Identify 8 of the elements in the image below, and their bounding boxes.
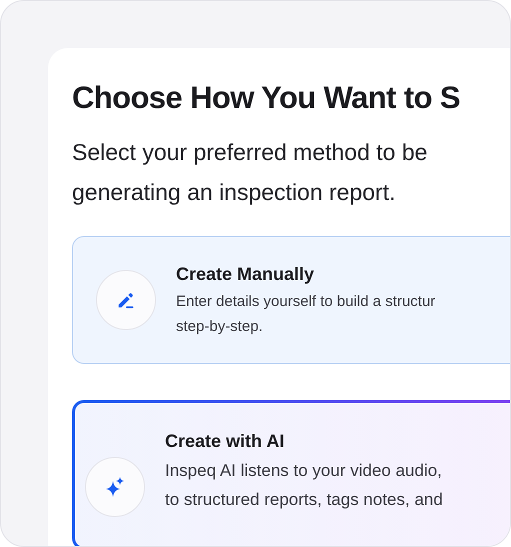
option-description: Inspeq AI listens to your video audio, to structured reports, tags notes, and xyxy=(165,460,443,511)
page-subtitle: Select your preferred method to be generating an inspection report. xyxy=(72,138,428,207)
option-card[interactable]: Create with AI Inspeq AI listens to your video audio, to structured reports, tags notes, and xyxy=(72,400,510,546)
option-title: Create with AI xyxy=(165,430,286,453)
option-card[interactable]: Create Manually Enter details yourself to build a structur step-by-step. xyxy=(72,236,510,364)
page-title: Choose How You Want to S xyxy=(72,79,462,117)
option-title: Create Manually xyxy=(176,262,316,286)
option-description: Enter details yourself to build a structur step-by-step. xyxy=(176,292,436,336)
